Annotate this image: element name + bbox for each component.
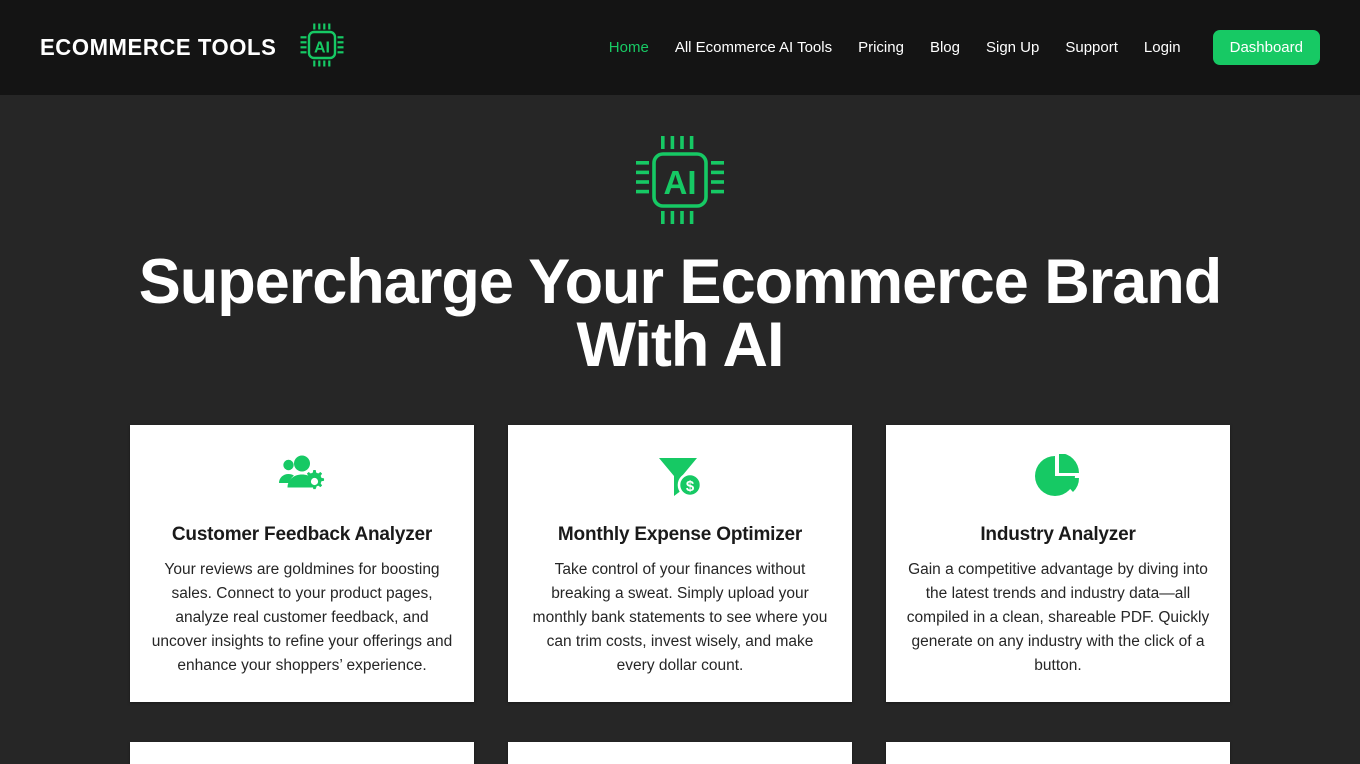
card-title: Industry Analyzer xyxy=(980,524,1136,545)
card-title: Monthly Expense Optimizer xyxy=(557,524,803,545)
brand-name: ECOMMERCE TOOLS xyxy=(40,34,277,60)
brand-logo[interactable]: ECOMMERCE TOOLS AI xyxy=(40,19,348,76)
card-description: Gain a competitive advantage by diving i… xyxy=(906,560,1210,674)
brand-chip-label: AI xyxy=(314,40,330,57)
feature-card[interactable]: $ Monthly Expense Optimizer Take control… xyxy=(508,425,852,702)
nav-link-all-tools[interactable]: All Ecommerce AI Tools xyxy=(662,40,845,55)
hero-chip-wrap: AI xyxy=(0,128,1360,237)
hero-section: AI Supercharge Your Ecommerce Brand With… xyxy=(0,95,1360,377)
feature-card[interactable]: Customer Feedback Analyzer Your reviews … xyxy=(130,425,474,702)
feature-cards-grid: Customer Feedback Analyzer Your reviews … xyxy=(130,425,1230,764)
svg-text:$: $ xyxy=(686,478,695,495)
card-title: Customer Feedback Analyzer xyxy=(171,524,433,545)
page-title: Supercharge Your Ecommerce Brand With AI xyxy=(138,247,1223,380)
funnel-dollar-icon: $ xyxy=(528,451,832,501)
users-gear-icon xyxy=(150,451,454,501)
nav-link-pricing[interactable]: Pricing xyxy=(845,40,917,55)
nav-link-home[interactable]: Home xyxy=(596,40,662,55)
hero-chip-label: AI xyxy=(664,164,697,201)
pie-chart-icon xyxy=(906,451,1210,501)
feature-card[interactable] xyxy=(508,741,852,764)
ai-chip-logo-icon: AI xyxy=(296,19,348,76)
ai-chip-hero-icon: AI xyxy=(628,128,732,237)
card-description: Take control of your finances without br… xyxy=(532,560,828,674)
nav-link-blog[interactable]: Blog xyxy=(917,40,973,55)
main-navigation: Home All Ecommerce AI Tools Pricing Blog… xyxy=(596,30,1320,65)
nav-link-sign-up[interactable]: Sign Up xyxy=(973,40,1052,55)
nav-link-support[interactable]: Support xyxy=(1052,40,1131,55)
nav-link-login[interactable]: Login xyxy=(1131,40,1194,55)
card-description: Your reviews are goldmines for boosting … xyxy=(151,560,453,674)
feature-card[interactable] xyxy=(886,741,1230,764)
site-header: ECOMMERCE TOOLS AI Home All Ecommerce AI… xyxy=(0,0,1360,95)
feature-card[interactable]: Industry Analyzer Gain a competitive adv… xyxy=(886,425,1230,702)
dashboard-button[interactable]: Dashboard xyxy=(1212,30,1320,65)
feature-card[interactable] xyxy=(130,741,474,764)
